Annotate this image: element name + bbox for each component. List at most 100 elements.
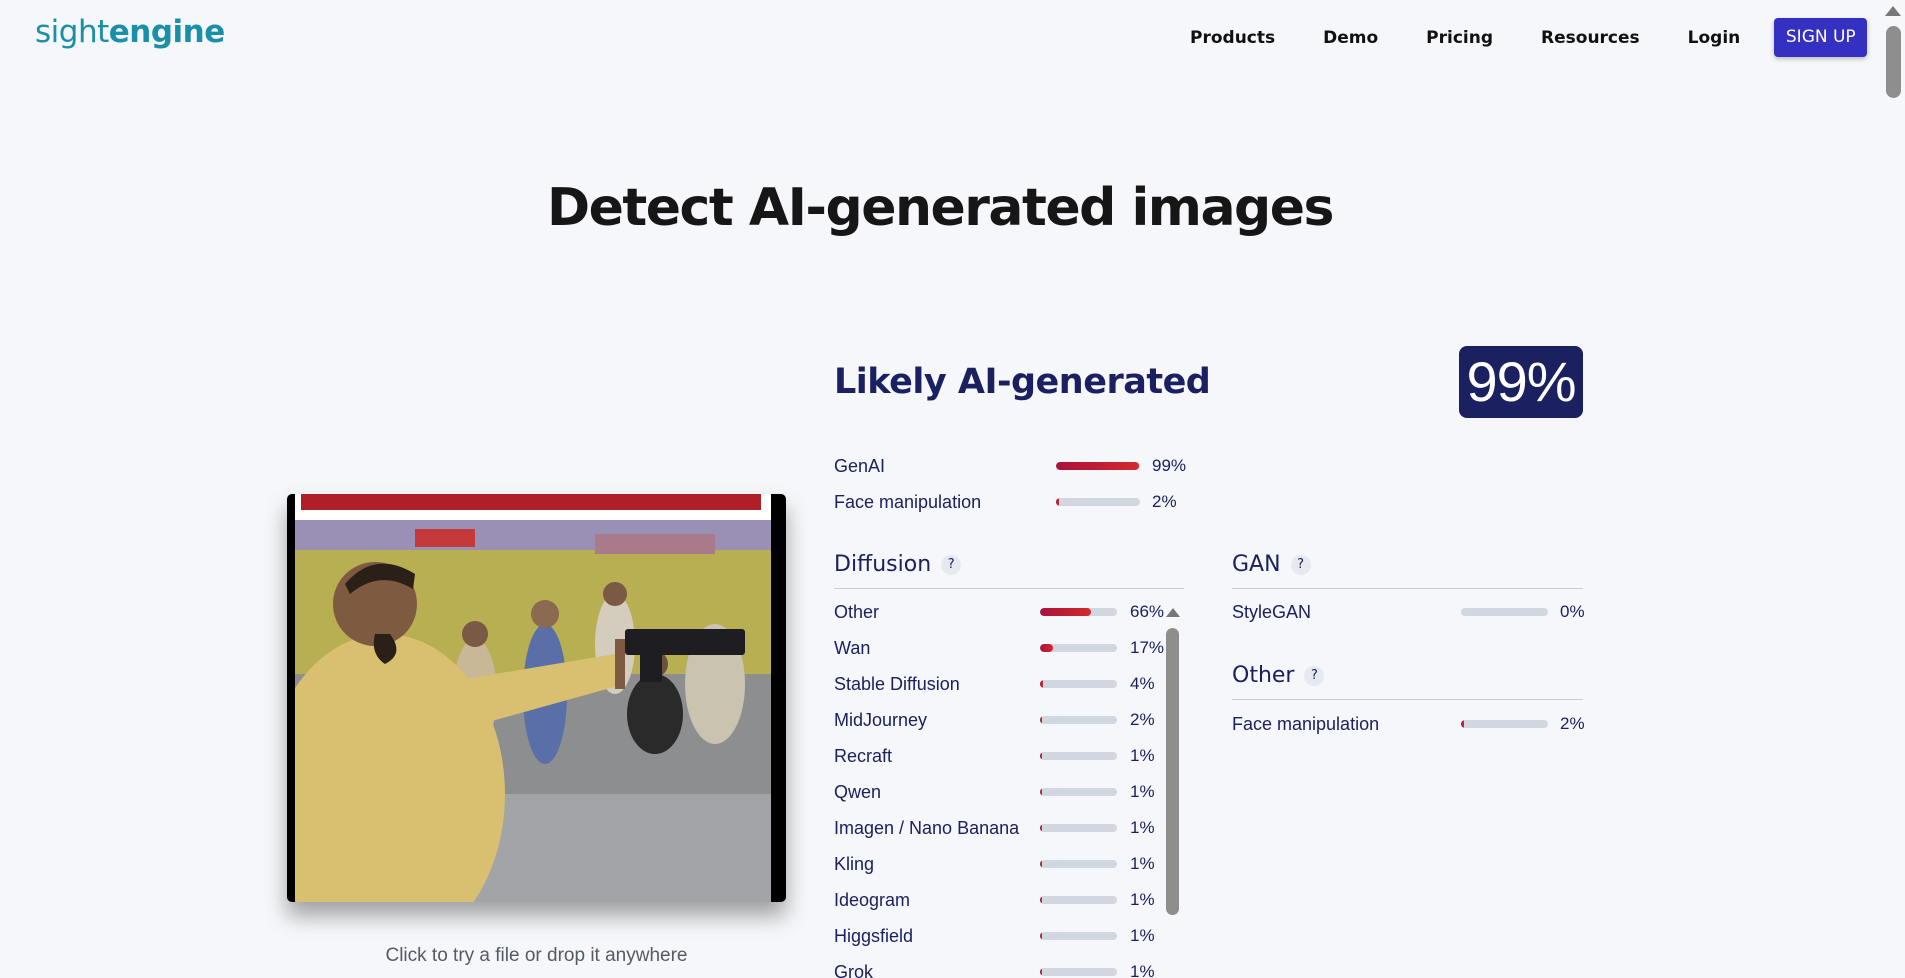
- diffusion-row-higgsfield: Higgsfield 1%: [834, 924, 1164, 948]
- gan-section-title: GAN ?: [1232, 552, 1311, 577]
- diffusion-row-grok: Grok 1%: [834, 960, 1164, 978]
- score-bar-fill: [1040, 896, 1043, 904]
- nav-login[interactable]: Login: [1688, 19, 1741, 57]
- row-label: Grok: [834, 961, 874, 978]
- other-help-icon[interactable]: ?: [1304, 665, 1325, 686]
- row-percent: 2%: [1560, 714, 1585, 733]
- row-label: Face manipulation: [1232, 713, 1380, 734]
- row-label: Kling: [834, 853, 875, 874]
- row-label: Other: [834, 601, 880, 622]
- row-percent: 1%: [1130, 782, 1155, 801]
- score-bar: [1040, 788, 1117, 796]
- nav-resources[interactable]: Resources: [1541, 19, 1640, 57]
- gan-help-icon[interactable]: ?: [1290, 554, 1311, 575]
- logo-text-sight: sight: [35, 14, 109, 50]
- score-bar-fill: [1040, 824, 1043, 832]
- row-percent: 66%: [1130, 602, 1164, 621]
- row-label: Stable Diffusion: [834, 673, 960, 694]
- row-percent: 2%: [1152, 492, 1177, 511]
- row-percent: 0%: [1560, 602, 1585, 621]
- other-section-title: Other ?: [1232, 663, 1325, 688]
- score-bar: [1056, 462, 1140, 470]
- score-bar-fill: [1040, 860, 1043, 868]
- diffusion-row-wan: Wan 17%: [834, 636, 1164, 660]
- score-bar: [1040, 932, 1117, 940]
- gan-title: GAN: [1232, 552, 1281, 577]
- nav-demo[interactable]: Demo: [1323, 19, 1378, 57]
- score-bar: [1040, 680, 1117, 688]
- score-bar: [1040, 752, 1117, 760]
- row-label: Ideogram: [834, 889, 911, 910]
- score-bar-fill: [1056, 498, 1059, 506]
- diffusion-row-ideogram: Ideogram 1%: [834, 888, 1164, 912]
- row-label: Imagen / Nano Banana: [834, 817, 1020, 838]
- score-bar: [1040, 716, 1117, 724]
- diffusion-row-recraft: Recraft 1%: [834, 744, 1164, 768]
- diffusion-row-kling: Kling 1%: [834, 852, 1164, 876]
- score-bar-fill: [1056, 462, 1140, 470]
- photo-scene: [295, 494, 771, 902]
- score-bar-fill: [1040, 752, 1043, 760]
- logo-text-engine: engine: [108, 14, 226, 50]
- summary-row-genai: GenAI 99%: [834, 454, 1194, 478]
- nav-pricing[interactable]: Pricing: [1426, 19, 1493, 57]
- diffusion-scroll-up-icon[interactable]: [1166, 608, 1180, 617]
- score-bar-fill: [1040, 608, 1091, 616]
- diffusion-row-other: Other 66%: [834, 600, 1164, 624]
- scrollbar-thumb[interactable]: [1886, 26, 1901, 98]
- sightengine-logo[interactable]: sightengine: [35, 14, 225, 50]
- row-percent: 1%: [1130, 746, 1155, 765]
- uploaded-image-preview[interactable]: [287, 494, 786, 902]
- score-bar: [1040, 644, 1117, 652]
- row-label: Recraft: [834, 745, 893, 766]
- row-label: Qwen: [834, 781, 882, 802]
- row-label: Higgsfield: [834, 925, 914, 946]
- score-bar: [1040, 608, 1117, 616]
- row-percent: 2%: [1130, 710, 1155, 729]
- score-bar: [1040, 824, 1117, 832]
- page-scrollbar[interactable]: [1881, 0, 1905, 978]
- row-label: Face manipulation: [834, 491, 982, 512]
- top-navigation: Products Demo Pricing Resources Login SI…: [1190, 18, 1868, 57]
- scroll-up-arrow-icon[interactable]: [1885, 6, 1901, 16]
- score-bar: [1040, 896, 1117, 904]
- diffusion-row-midjourney: MidJourney 2%: [834, 708, 1164, 732]
- diffusion-title: Diffusion: [834, 552, 932, 577]
- score-bar-fill: [1461, 720, 1464, 728]
- other-row-face-manipulation: Face manipulation 2%: [1232, 712, 1585, 736]
- row-percent: 4%: [1130, 674, 1155, 693]
- other-divider: [1232, 699, 1583, 700]
- score-bar: [1040, 860, 1117, 868]
- summary-row-face-manipulation: Face manipulation 2%: [834, 490, 1194, 514]
- score-bar-fill: [1040, 788, 1043, 796]
- row-percent: 1%: [1130, 926, 1155, 945]
- upload-hint[interactable]: Click to try a file or drop it anywhere: [287, 945, 786, 967]
- signup-button[interactable]: SIGN UP: [1774, 18, 1868, 57]
- other-title: Other: [1232, 663, 1295, 688]
- diffusion-scrollbar-thumb[interactable]: [1166, 628, 1179, 915]
- row-label: Wan: [834, 637, 871, 658]
- row-percent: 1%: [1130, 962, 1155, 978]
- score-bar-fill: [1040, 716, 1043, 724]
- diffusion-divider: [834, 588, 1184, 589]
- verdict-title: Likely AI-generated: [834, 362, 1211, 402]
- score-bar-fill: [1040, 968, 1043, 976]
- diffusion-list[interactable]: Other 66% Wan 17% Stable Diffusion 4% Mi…: [834, 600, 1164, 978]
- diffusion-row-imagen: Imagen / Nano Banana 1%: [834, 816, 1164, 840]
- diffusion-row-qwen: Qwen 1%: [834, 780, 1164, 804]
- row-percent: 1%: [1130, 890, 1155, 909]
- diffusion-help-icon[interactable]: ?: [941, 554, 962, 575]
- gan-divider: [1232, 588, 1583, 589]
- ai-score-badge: 99%: [1459, 346, 1583, 418]
- nav-products[interactable]: Products: [1190, 19, 1275, 57]
- score-bar-fill: [1040, 932, 1043, 940]
- row-label: StyleGAN: [1232, 601, 1312, 622]
- row-label: MidJourney: [834, 709, 928, 730]
- row-percent: 17%: [1130, 638, 1164, 657]
- page-title: Detect AI-generated images: [546, 178, 1335, 238]
- row-percent: 99%: [1152, 456, 1187, 475]
- score-bar: [1040, 968, 1117, 976]
- diffusion-row-stable-diffusion: Stable Diffusion 4%: [834, 672, 1164, 696]
- gan-row-stylegan: StyleGAN 0%: [1232, 600, 1585, 624]
- score-bar-fill: [1040, 644, 1054, 652]
